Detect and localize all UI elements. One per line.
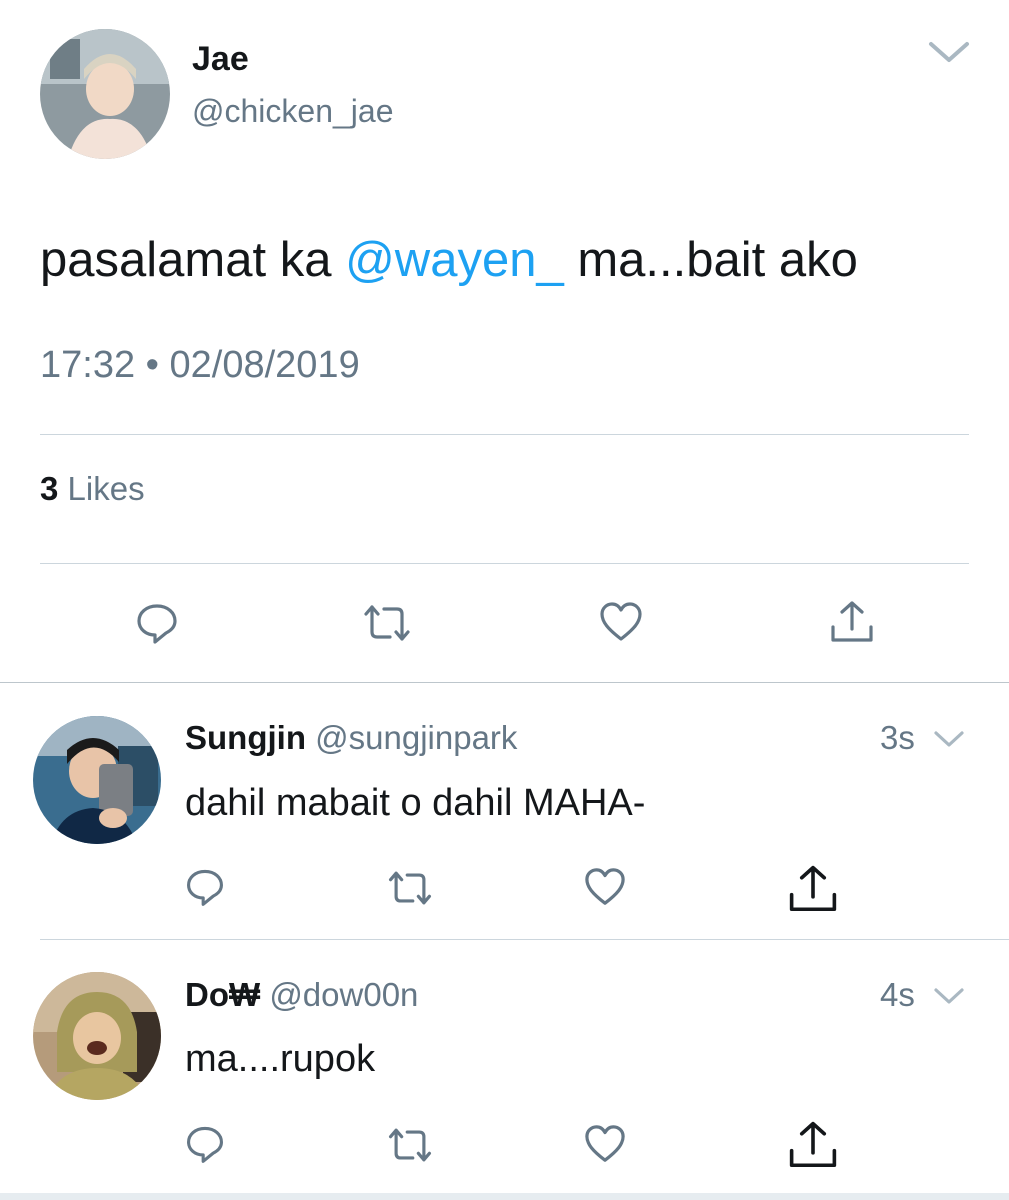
chevron-down-icon[interactable] bbox=[932, 985, 966, 1007]
retweet-icon[interactable] bbox=[385, 1125, 435, 1165]
tweet-text-before: pasalamat ka bbox=[40, 233, 346, 287]
reply-author[interactable]: Do₩ @dow00n bbox=[185, 976, 418, 1014]
reply-timestamp: 4s bbox=[880, 976, 915, 1013]
avatar[interactable] bbox=[33, 972, 161, 1100]
divider bbox=[40, 434, 969, 435]
retweet-icon[interactable] bbox=[385, 868, 435, 908]
likes-number: 3 bbox=[40, 470, 59, 507]
like-icon[interactable] bbox=[583, 1124, 627, 1164]
likes-count[interactable]: 3 Likes bbox=[40, 470, 145, 508]
reply-author-name[interactable]: Sungjin bbox=[185, 719, 306, 756]
retweet-icon[interactable] bbox=[360, 602, 414, 644]
reply-text: dahil mabait o dahil MAHA- bbox=[185, 782, 646, 824]
avatar[interactable] bbox=[33, 716, 161, 844]
divider bbox=[40, 563, 969, 564]
section-divider bbox=[0, 1193, 1009, 1200]
reply-text: ma....rupok bbox=[185, 1038, 376, 1080]
avatar[interactable] bbox=[40, 29, 170, 159]
tweet-text: pasalamat ka @wayen_ ma...bait ako bbox=[40, 232, 858, 288]
share-icon[interactable] bbox=[786, 1118, 840, 1172]
tweet-timestamp: 17:32 • 02/08/2019 bbox=[40, 344, 360, 386]
like-icon[interactable] bbox=[583, 867, 627, 907]
reply-author-handle[interactable]: @dow00n bbox=[269, 976, 418, 1013]
tweet-text-after: ma...bait ako bbox=[563, 233, 858, 287]
share-icon[interactable] bbox=[786, 862, 840, 916]
divider bbox=[40, 939, 1009, 940]
author-name[interactable]: Jae bbox=[192, 40, 249, 79]
reply-icon[interactable] bbox=[134, 600, 180, 646]
chevron-down-icon[interactable] bbox=[932, 728, 966, 750]
author-handle[interactable]: @chicken_jae bbox=[192, 93, 393, 130]
reply-icon[interactable] bbox=[184, 1123, 226, 1165]
chevron-down-icon[interactable] bbox=[926, 36, 972, 66]
reply-author-handle[interactable]: @sungjinpark bbox=[315, 719, 517, 756]
reply-timestamp: 3s bbox=[880, 719, 915, 756]
reply-author-name[interactable]: Do₩ bbox=[185, 976, 260, 1013]
reply-icon[interactable] bbox=[184, 866, 226, 908]
reply-author[interactable]: Sungjin @sungjinpark bbox=[185, 719, 517, 757]
share-icon[interactable] bbox=[828, 599, 876, 645]
mention-link[interactable]: @wayen_ bbox=[345, 233, 564, 287]
likes-label: Likes bbox=[58, 470, 145, 507]
section-divider bbox=[0, 682, 1009, 683]
like-icon[interactable] bbox=[598, 601, 644, 643]
